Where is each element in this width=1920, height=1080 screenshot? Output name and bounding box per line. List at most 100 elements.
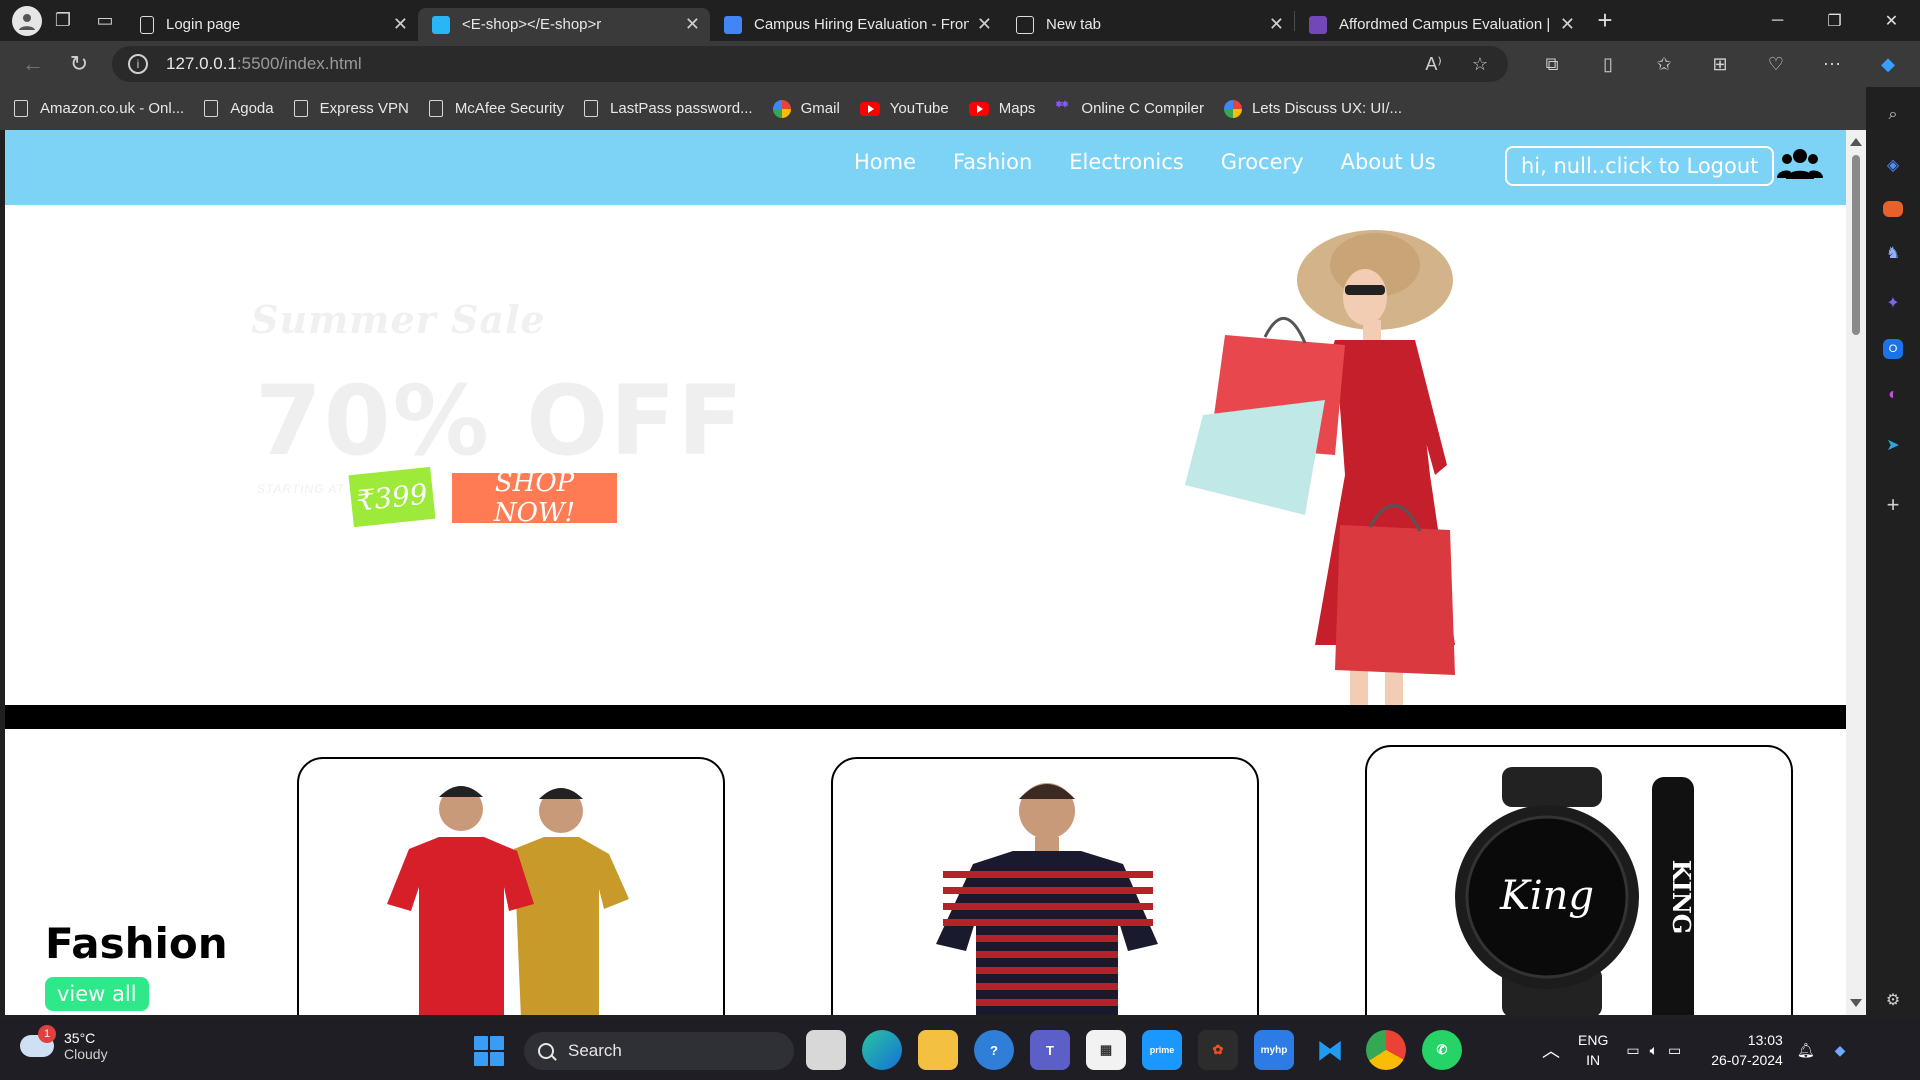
weather-widget[interactable]: 1 35°C Cloudy	[20, 1025, 108, 1062]
close-tab-icon[interactable]: ✕	[1560, 14, 1575, 35]
scroll-thumb[interactable]	[1852, 155, 1860, 335]
read-aloud-icon[interactable]: A⁾	[1425, 54, 1441, 75]
product-card[interactable]: King KING	[1365, 745, 1793, 1015]
windows-start-icon[interactable]	[474, 1036, 504, 1066]
restore-icon[interactable]: ❐	[1806, 0, 1863, 41]
favorites-icon[interactable]: ✩	[1640, 46, 1688, 82]
language-indicator[interactable]: ENG IN	[1578, 1030, 1608, 1070]
tshirts-image	[387, 786, 629, 1015]
favorite-mcafee[interactable]: McAfee Security	[428, 100, 564, 117]
edge-icon[interactable]	[862, 1030, 902, 1070]
refresh-icon[interactable]: ↻	[56, 44, 102, 84]
youtube-icon	[968, 101, 989, 116]
docs-icon	[724, 15, 742, 34]
king-watch-image: King KING	[1455, 767, 1696, 1015]
product-card[interactable]	[297, 757, 725, 1015]
figma-icon[interactable]: ✿	[1198, 1030, 1238, 1070]
whatsapp-icon[interactable]: ✆	[1422, 1030, 1462, 1070]
workspaces-icon[interactable]: ❐	[42, 3, 84, 39]
favorite-star-icon[interactable]: ☆	[1472, 54, 1488, 75]
more-menu-icon[interactable]: ⋯	[1808, 46, 1856, 82]
url-input[interactable]: i 127.0.0.1:5500/index.html A⁾ ☆	[112, 46, 1508, 82]
product-card[interactable]	[831, 757, 1259, 1015]
telegram-icon[interactable]: ➤	[1879, 431, 1907, 459]
vscode-icon[interactable]: ⧓	[1310, 1030, 1350, 1070]
split-screen-icon[interactable]: ▯	[1584, 46, 1632, 82]
close-tab-icon[interactable]: ✕	[1269, 14, 1284, 35]
system-tray: ︿ ENG IN ▭ 🔈︎ ▭ 13:03 26-07-2024 🔔︎ ◆	[1542, 1030, 1845, 1070]
chevron-up-icon[interactable]: ︿	[1542, 1037, 1560, 1063]
collections-icon[interactable]: ⊞	[1696, 46, 1744, 82]
nav-home[interactable]: Home	[854, 150, 916, 174]
nav-electronics[interactable]: Electronics	[1069, 150, 1183, 174]
close-window-icon[interactable]: ✕	[1863, 0, 1920, 41]
tab-eshop[interactable]: <E-shop></E-shop>r ✕	[418, 8, 710, 41]
tab-campus-hiring[interactable]: Campus Hiring Evaluation - Fron ✕	[710, 8, 1002, 41]
help-icon[interactable]: ?	[974, 1030, 1014, 1070]
edge-sidebar: ⌕ ◈ ♞ ✦ O ◐ ➤ + ⚙	[1866, 87, 1920, 1020]
battery-icon[interactable]: ▭	[1668, 1042, 1681, 1059]
browser-essentials-icon[interactable]: ♡	[1752, 46, 1800, 82]
users-icon[interactable]	[1777, 147, 1823, 183]
notifications-icon[interactable]: 🔔︎	[1797, 1042, 1815, 1059]
favorite-express-vpn[interactable]: Express VPN	[293, 100, 409, 117]
favorite-youtube[interactable]: YouTube	[859, 100, 949, 117]
profile-avatar-icon[interactable]	[12, 5, 42, 36]
search-icon[interactable]: ⌕	[1879, 101, 1907, 129]
favorite-lastpass[interactable]: LastPass password...	[584, 100, 753, 117]
close-tab-icon[interactable]: ✕	[977, 14, 992, 35]
copilot-sidebar-icon[interactable]: ✦	[1879, 289, 1907, 317]
close-tab-icon[interactable]: ✕	[393, 14, 408, 35]
store-icon[interactable]: ▦	[1086, 1030, 1126, 1070]
view-all-button[interactable]: view all	[45, 977, 149, 1011]
tab-affordmed[interactable]: Affordmed Campus Evaluation | ✕	[1295, 8, 1585, 41]
favorite-lets-discuss-ux[interactable]: Lets Discuss UX: UI/...	[1223, 99, 1403, 118]
fashion-section: Fashion view all King KING	[5, 729, 1846, 1015]
logout-button[interactable]: hi, null..click to Logout	[1505, 146, 1775, 186]
favorite-label: Lets Discuss UX: UI/...	[1251, 100, 1403, 117]
nav-fashion[interactable]: Fashion	[953, 150, 1032, 174]
back-icon[interactable]: ←	[10, 44, 56, 84]
favorite-amazon[interactable]: Amazon.co.uk - Onl...	[14, 100, 184, 117]
outlook-icon[interactable]: O	[1883, 339, 1903, 359]
myhp-icon[interactable]: myhp	[1254, 1030, 1294, 1070]
hero-banner: Summer Sale 70% OFF STARTING AT ₹399 SHO…	[5, 205, 1846, 705]
tools-icon[interactable]	[1883, 201, 1903, 217]
tab-login[interactable]: Login page ✕	[126, 8, 418, 41]
task-view-icon[interactable]	[806, 1030, 846, 1070]
settings-icon[interactable]: ⚙	[1879, 986, 1907, 1014]
favorite-online-c-compiler[interactable]: ᕯ Online C Compiler	[1055, 100, 1204, 118]
copilot-icon[interactable]: ◆	[1864, 46, 1912, 82]
favorite-agoda[interactable]: Agoda	[204, 100, 274, 117]
vertical-tabs-icon[interactable]: ▭	[84, 3, 126, 39]
info-icon[interactable]: i	[128, 54, 148, 74]
network-icon[interactable]: ▭	[1626, 1042, 1639, 1059]
nav-about-us[interactable]: About Us	[1341, 150, 1436, 174]
games-icon[interactable]: ♞	[1879, 239, 1907, 267]
new-tab-button[interactable]: +	[1585, 5, 1625, 36]
add-icon[interactable]: +	[1879, 491, 1907, 519]
shopping-tag-icon[interactable]: ◈	[1879, 151, 1907, 179]
copilot-taskbar-icon[interactable]: ◆	[1835, 1042, 1846, 1059]
prime-video-icon[interactable]: prime	[1142, 1030, 1182, 1070]
teams-icon[interactable]: T	[1030, 1030, 1070, 1070]
favorite-maps[interactable]: Maps	[968, 100, 1035, 117]
favorite-gmail[interactable]: Gmail	[772, 99, 840, 118]
search-label: Search	[568, 1041, 622, 1060]
taskbar-search[interactable]: Search	[524, 1032, 794, 1070]
page-icon	[428, 100, 443, 117]
chrome-icon[interactable]	[1366, 1030, 1406, 1070]
page-scrollbar[interactable]	[1846, 130, 1866, 1015]
nav-grocery[interactable]: Grocery	[1221, 150, 1304, 174]
clock[interactable]: 13:03 26-07-2024	[1711, 1030, 1783, 1070]
extensions-icon[interactable]: ⧉	[1528, 46, 1576, 82]
tab-new-tab[interactable]: New tab ✕	[1002, 8, 1294, 41]
shop-now-button[interactable]: SHOP NOW!	[452, 468, 617, 528]
scroll-up-icon[interactable]	[1850, 138, 1862, 146]
volume-icon[interactable]: 🔈︎	[1650, 1042, 1658, 1059]
designer-icon[interactable]: ◐	[1879, 381, 1907, 409]
scroll-down-icon[interactable]	[1850, 999, 1862, 1007]
minimize-icon[interactable]: ─	[1749, 0, 1806, 41]
close-tab-icon[interactable]: ✕	[685, 14, 700, 35]
file-explorer-icon[interactable]	[918, 1030, 958, 1070]
